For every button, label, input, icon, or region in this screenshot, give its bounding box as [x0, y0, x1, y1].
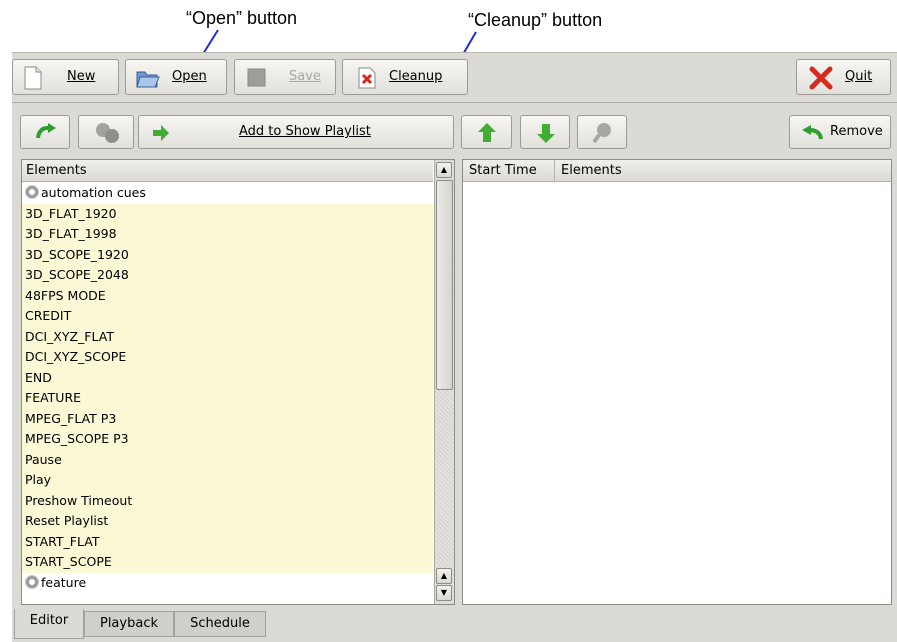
list-item-label: 3D_SCOPE_1920	[25, 246, 129, 262]
green-back-arrow-icon	[800, 124, 823, 146]
list-item-label: feature	[41, 574, 87, 590]
gear-icon	[25, 185, 39, 199]
list-item-label: Preshow Timeout	[25, 492, 133, 508]
gear-icon	[25, 574, 39, 589]
gears-icon	[95, 121, 119, 143]
cue-list-item[interactable]: START_SCOPE	[22, 552, 433, 573]
open-button-callout: “Open” button	[186, 8, 298, 28]
scroll-up-arrow-icon[interactable]: ▲	[436, 568, 452, 584]
cleanup-icon	[357, 67, 377, 89]
cue-list-item[interactable]: CREDIT	[22, 306, 433, 327]
list-item-label: DCI_XYZ_FLAT	[25, 328, 114, 344]
list-item-label: 3D_SCOPE_2048	[25, 267, 129, 282]
cue-list-item[interactable]: 3D_FLAT_1998	[22, 224, 433, 245]
green-down-arrow-icon	[536, 122, 556, 144]
cue-list-item[interactable]: FEATURE	[22, 388, 433, 409]
cue-list-item[interactable]: Reset Playlist	[22, 511, 433, 532]
start-time-column-header[interactable]: Start Time	[463, 160, 555, 182]
tab-schedule[interactable]: Schedule	[174, 611, 266, 637]
open-button[interactable]: Open	[125, 59, 227, 95]
cleanup-button[interactable]: Cleanup	[342, 59, 468, 95]
list-item-label: MPEG_SCOPE P3	[25, 431, 129, 446]
elements-list-panel: Elements automation cues 3D_FLAT_1920 3D_F…	[21, 159, 455, 605]
save-disk-icon	[247, 68, 267, 90]
open-button-label: Open	[172, 69, 207, 84]
new-button-label: New	[67, 69, 96, 84]
tab-playback[interactable]: Playback	[84, 611, 174, 637]
new-document-icon	[23, 66, 43, 90]
move-up-button[interactable]	[461, 115, 512, 149]
list-item-label: FEATURE	[25, 390, 82, 405]
list-item-label: CREDIT	[25, 308, 72, 323]
list-item-label: START_SCOPE	[25, 554, 112, 569]
app-window: New Open Save Cleanup Quit Add to Show P…	[12, 52, 897, 642]
cue-list-item[interactable]: Preshow Timeout	[22, 490, 433, 511]
elements-column-header[interactable]: Elements	[22, 160, 433, 182]
cue-list-item[interactable]: 48FPS MODE	[22, 285, 433, 306]
quit-x-icon	[809, 66, 833, 90]
cue-list-item[interactable]: Pause	[22, 449, 433, 470]
scroll-up-arrow-icon[interactable]: ▲	[436, 162, 452, 178]
cue-list-item[interactable]: 3D_SCOPE_1920	[22, 244, 433, 265]
cue-list-item[interactable]: START_FLAT	[22, 531, 433, 552]
list-item-label: END	[25, 369, 52, 385]
list-item-label: automation cues	[41, 185, 146, 200]
show-playlist-panel: Start Time Elements	[462, 159, 892, 605]
elements-scrollbar[interactable]: ▲ ▲ ▼	[434, 160, 454, 604]
cue-list-item[interactable]: 3D_SCOPE_2048	[22, 265, 433, 286]
magnifier-icon	[592, 121, 612, 144]
group-list-item[interactable]: feature	[22, 573, 433, 594]
save-button-label: Save	[289, 69, 321, 84]
cue-list-item[interactable]: Play	[22, 470, 433, 491]
green-right-arrow-icon	[151, 123, 171, 145]
list-item-label: DCI_XYZ_SCOPE	[25, 349, 127, 364]
list-item-label: MPEG_FLAT P3	[25, 410, 117, 426]
playlist-elements-column-header[interactable]: Elements	[555, 160, 891, 182]
move-down-button[interactable]	[520, 115, 570, 149]
scroll-down-arrow-icon[interactable]: ▼	[436, 585, 452, 601]
remove-button[interactable]: Remove	[789, 115, 891, 149]
list-item-label: START_FLAT	[25, 533, 100, 549]
remove-button-label: Remove	[830, 124, 883, 139]
cue-list-item[interactable]: DCI_XYZ_SCOPE	[22, 347, 433, 368]
add-to-show-playlist-button[interactable]: Add to Show Playlist	[138, 115, 454, 149]
main-toolbar: New Open Save Cleanup Quit	[12, 53, 897, 103]
find-button[interactable]	[577, 115, 627, 149]
list-item-label: Reset Playlist	[25, 513, 109, 528]
bottom-tab-bar: Editor Playback Schedule	[12, 609, 897, 641]
scrollbar-thumb[interactable]	[436, 180, 453, 390]
group-list-item[interactable]: automation cues	[22, 183, 433, 204]
quit-button-label: Quit	[845, 69, 873, 84]
list-item-label: 3D_FLAT_1920	[25, 205, 117, 221]
green-curved-arrow-icon	[35, 122, 56, 144]
green-up-arrow-icon	[477, 122, 497, 144]
add-to-show-playlist-label: Add to Show Playlist	[239, 124, 371, 139]
insert-after-button[interactable]	[20, 115, 70, 149]
cue-list-item[interactable]: MPEG_SCOPE P3	[22, 429, 433, 450]
cue-list-item[interactable]: DCI_XYZ_FLAT	[22, 326, 433, 347]
list-item-label: Pause	[25, 451, 62, 467]
save-button[interactable]: Save	[234, 59, 336, 95]
cue-list-item[interactable]: MPEG_FLAT P3	[22, 408, 433, 429]
cleanup-button-label: Cleanup	[389, 69, 443, 84]
tab-editor[interactable]: Editor	[14, 609, 84, 639]
quit-button[interactable]: Quit	[796, 59, 891, 95]
cue-list-item[interactable]: END	[22, 367, 433, 388]
group-button[interactable]	[78, 115, 134, 149]
list-item-label: Play	[25, 472, 52, 487]
new-button[interactable]: New	[12, 59, 119, 95]
cue-list-item[interactable]: 3D_FLAT_1920	[22, 203, 433, 224]
cleanup-button-callout: “Cleanup” button	[468, 10, 603, 30]
open-folder-icon	[136, 67, 160, 89]
list-item-label: 48FPS MODE	[25, 287, 106, 303]
list-item-label: 3D_FLAT_1998	[25, 226, 117, 241]
